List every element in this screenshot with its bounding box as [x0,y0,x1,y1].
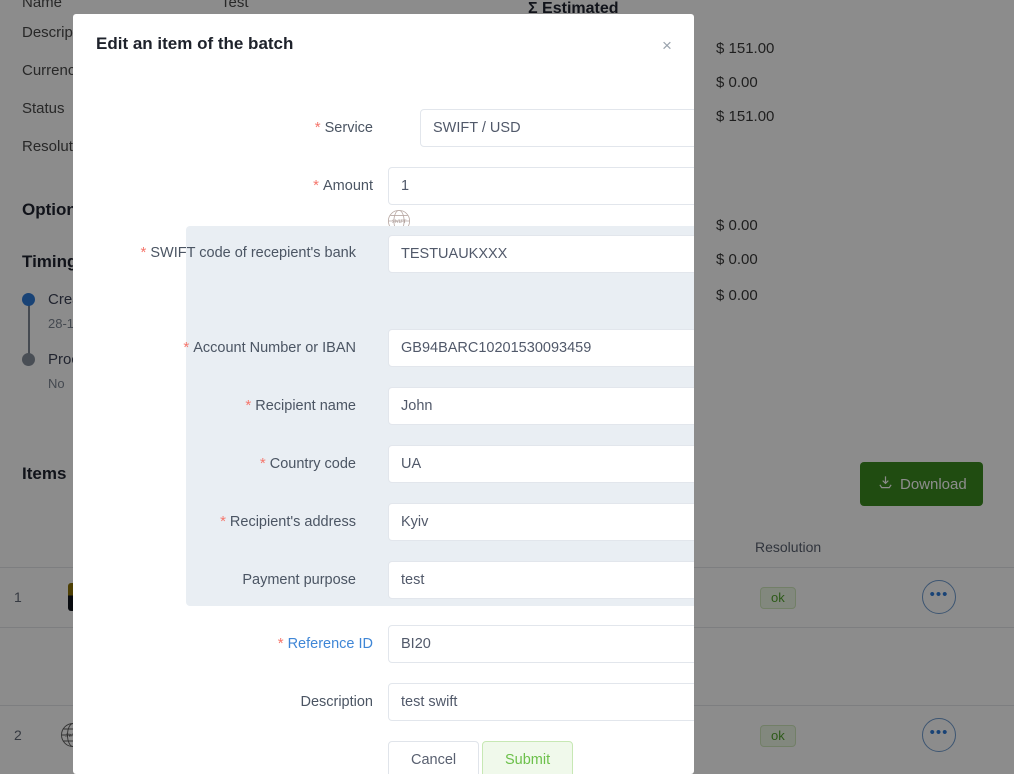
field-label-reference-id: * Reference ID [73,625,373,663]
reference-id-input[interactable] [388,625,694,663]
service-selected-value: SWIFT / USD [433,120,521,136]
field-label-recipient-name: * Recipient name [73,387,363,425]
field-label-text: Payment purpose [242,572,356,588]
required-marker: * [313,177,320,194]
close-icon[interactable]: × [656,35,676,55]
field-label-text: Description [300,694,373,710]
field-label-text: Country code [269,456,356,472]
field-swift-code: * SWIFT code of recepient's bank [73,235,694,273]
recipient-address-input[interactable] [388,503,694,541]
field-recipient-address: * Recipient's address [73,503,694,541]
field-label-description: Description [73,683,373,721]
field-recipient-name: * Recipient name [73,387,694,425]
field-label-text: Amount [323,178,373,194]
field-label-text: Recipient name [255,398,356,414]
field-label-text: Service [324,120,373,136]
field-label-country-code: * Country code [73,445,363,483]
field-description: Description [73,683,694,721]
swift-code-input[interactable] [388,235,694,273]
recipient-name-input[interactable] [388,387,694,425]
payment-purpose-input[interactable] [388,561,694,599]
field-country-code: * Country code [73,445,694,483]
field-label-account-number: * Account Number or IBAN [73,329,363,367]
field-reference-id: * Reference ID [73,625,694,663]
svg-text:SWIFT: SWIFT [392,220,407,225]
cancel-button[interactable]: Cancel [388,741,480,774]
required-marker: * [140,244,147,261]
service-select[interactable]: SWIFT / USD [420,109,694,147]
submit-button[interactable]: Submit [482,741,574,774]
required-marker: * [314,119,321,136]
required-marker: * [220,513,226,530]
field-label-text: Recipient's address [229,514,356,530]
required-marker: * [277,635,284,652]
field-label-text: Account Number or IBAN [193,340,356,356]
edit-batch-item-dialog: Edit an item of the batch × * Service SWI… [73,14,694,774]
required-marker: * [259,455,266,472]
field-amount: * Amount [73,167,694,205]
account-number-input[interactable] [388,329,694,367]
amount-input[interactable] [388,167,694,205]
field-service: * Service SWIFT SWIFT / USD [73,109,694,233]
field-label-recipient-address: * Recipient's address [73,503,363,541]
dialog-title: Edit an item of the batch [96,34,294,53]
country-code-input[interactable] [388,445,694,483]
description-input[interactable] [388,683,694,721]
field-label-text: SWIFT code of recepient's bank [150,245,356,261]
field-label-amount: * Amount [73,167,373,205]
field-label-payment-purpose: Payment purpose [73,561,363,599]
field-label-text: Reference ID [287,636,373,652]
field-payment-purpose: Payment purpose [73,561,694,599]
field-account-number: * Account Number or IBAN [73,329,694,367]
field-label-service: * Service [73,109,373,147]
field-label-swift-code: * SWIFT code of recepient's bank [73,235,363,271]
required-marker: * [183,339,190,356]
required-marker: * [245,397,252,414]
